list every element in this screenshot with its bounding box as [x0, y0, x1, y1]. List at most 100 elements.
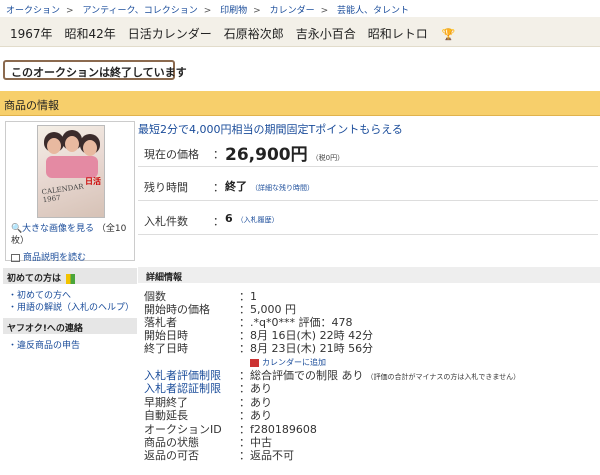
breadcrumb: オークション > アンティーク、コレクション > 印刷物 > カレンダー > 芸能人、タ… — [0, 0, 600, 16]
detail-value: あり — [250, 409, 272, 422]
detail-value: あり — [250, 396, 272, 409]
sidebar-item-glossary[interactable]: ・用語の解説（入札のヘルプ） — [8, 300, 134, 313]
colon: ： — [239, 409, 250, 422]
current-price-row: 現在の価格 ： 26,900円 （税0円） — [138, 135, 598, 167]
detail-label: 開始時の価格 — [144, 303, 210, 316]
detail-row-auction-id: オークションID ： f280189608 — [144, 423, 600, 436]
sidebar-item-report-violation[interactable]: ・違反商品の申告 — [8, 338, 80, 351]
description-link-block: 商品説明を読む — [11, 250, 86, 263]
zoom-link-block: 🔍大きな画像を見る （全10枚） — [11, 223, 131, 247]
detail-label: 商品の状態 — [144, 436, 199, 449]
breadcrumb-separator: > — [253, 6, 261, 16]
thumbnail-figure — [65, 136, 79, 152]
thumbnail-figure — [83, 140, 97, 156]
detail-label: 開始日時 — [144, 329, 188, 342]
image-panel: 日活 CALENDAR 1967 🔍大きな画像を見る （全10枚） 商品説明を読… — [5, 121, 135, 263]
detail-label: 早期終了 — [144, 396, 188, 409]
detail-value: .*q*0*** 評価：478 — [250, 316, 353, 329]
current-price-value: 26,900円 （税0円） — [225, 140, 344, 165]
thumbnail-calendar-text: CALENDAR 1967 — [41, 182, 85, 205]
detail-value: 1 — [250, 290, 257, 303]
bid-count-row: 入札件数 ： 6 （入札履歴） — [138, 202, 598, 235]
detail-value: 返品不可 — [250, 449, 294, 462]
current-price-amount: 26,900円 — [225, 145, 308, 165]
detail-row-early-end: 早期終了 ：あり — [144, 396, 600, 409]
colon: ： — [239, 423, 250, 436]
detail-value: 中古 — [250, 436, 272, 449]
detail-row-quantity: 個数 ： 1 — [144, 290, 600, 303]
thumbnail-figure — [47, 138, 61, 154]
detail-row-bidder-auth-limit: 入札者認証制限 ：あり — [144, 382, 600, 395]
colon: ： — [239, 396, 250, 409]
colon: ： — [239, 369, 250, 382]
detail-value: あり — [250, 382, 272, 395]
detail-value: 5,000 円 — [250, 303, 296, 316]
colon: ： — [213, 181, 224, 194]
breadcrumb-separator: > — [66, 6, 74, 16]
beginner-section-header: 初めての方は — [3, 268, 137, 284]
colon: ： — [239, 449, 250, 462]
remaining-time-label: 残り時間 — [144, 181, 188, 194]
colon: ： — [239, 329, 250, 342]
sidebar-item-label: 用語の解説（入札のヘルプ） — [17, 303, 135, 313]
beginner-mark-icon — [66, 273, 76, 284]
breadcrumb-item[interactable]: オークション — [6, 6, 60, 16]
detail-value: 8月 16日(木) 22時 42分 — [250, 329, 374, 342]
detail-value-text: 総合評価での制限 あり — [250, 369, 364, 382]
item-thumbnail[interactable]: 日活 CALENDAR 1967 — [37, 125, 105, 218]
tax-note: （税0円） — [311, 154, 345, 162]
detail-row-bidder-rating-limit: 入札者評価制限 ：総合評価での制限 あり （評価の合計がマイナスの方は入札できません… — [144, 369, 600, 382]
breadcrumb-item[interactable]: アンティーク、コレクション — [82, 6, 197, 16]
detail-row-winner: 落札者 ： .*q*0*** 評価：478 — [144, 316, 600, 329]
page-title: 1967年 昭和42年 日活カレンダー 石原裕次郎 吉永小百合 昭和レトロ — [10, 27, 428, 41]
section-header: 商品の情報 — [0, 91, 600, 116]
colon: ： — [239, 303, 250, 316]
remaining-time-detail-link[interactable]: （詳細な残り時間） — [251, 184, 314, 192]
detail-row-start-time: 開始日時 ： 8月 16日(木) 22時 42分 — [144, 329, 600, 342]
detail-label: オークションID — [144, 423, 222, 436]
remaining-time-value: 終了 （詳細な残り時間） — [225, 178, 314, 194]
bid-count-value: 6 （入札履歴） — [225, 212, 279, 225]
colon: ： — [213, 148, 224, 161]
zoom-image-link[interactable]: 大きな画像を見る — [22, 224, 94, 234]
breadcrumb-item[interactable]: カレンダー — [270, 6, 315, 16]
add-to-calendar-label: カレンダーに追加 — [262, 358, 326, 367]
details-header: 詳細情報 — [138, 267, 600, 283]
page-title-bar: 1967年 昭和42年 日活カレンダー 石原裕次郎 吉永小百合 昭和レトロ 🏆 — [0, 17, 600, 47]
trophy-icon[interactable]: 🏆 — [442, 28, 456, 41]
bidder-rating-limit-link[interactable]: 入札者評価制限 — [144, 369, 221, 382]
detail-value: f280189608 — [250, 423, 317, 436]
detail-label: 終了日時 — [144, 342, 188, 355]
breadcrumb-item[interactable]: 芸能人、タレント — [337, 6, 409, 16]
calendar-icon — [250, 358, 259, 367]
breadcrumb-item[interactable]: 印刷物 — [220, 6, 247, 16]
detail-label: 落札者 — [144, 316, 177, 329]
colon: ： — [239, 436, 250, 449]
colon: ： — [239, 382, 250, 395]
colon: ： — [239, 316, 250, 329]
document-icon — [11, 253, 20, 262]
breadcrumb-separator: > — [203, 6, 212, 16]
add-to-calendar-link[interactable]: カレンダーに追加 — [250, 357, 326, 368]
detail-value: 8月 23日(木) 21時 56分 — [250, 342, 374, 355]
price-summary: 現在の価格 ： 26,900円 （税0円） 残り時間 ： 終了 （詳細な残り時間） … — [138, 135, 598, 235]
auction-ended-notice: このオークションは終了しています — [3, 60, 187, 80]
read-description-link[interactable]: 商品説明を読む — [23, 253, 86, 263]
bidder-auth-limit-link[interactable]: 入札者認証制限 — [144, 382, 221, 395]
detail-label: 個数 — [144, 290, 166, 303]
detail-row-end-time: 終了日時 ： 8月 23日(木) 21時 56分 — [144, 342, 600, 355]
magnifier-icon: 🔍 — [11, 224, 23, 234]
detail-row-start-price: 開始時の価格 ： 5,000 円 — [144, 303, 600, 316]
current-price-label: 現在の価格 — [144, 148, 199, 161]
remaining-time-text: 終了 — [225, 180, 247, 193]
detail-note: （評価の合計がマイナスの方は入札できません） — [366, 373, 521, 381]
bid-history-link[interactable]: （入札履歴） — [237, 216, 279, 224]
bid-count-text: 6 — [225, 212, 233, 225]
contact-section-header: ヤフオク!への連絡 — [3, 318, 137, 334]
detail-row-condition: 商品の状態 ：中古 — [144, 436, 600, 449]
detail-row-returns: 返品の可否 ：返品不可 — [144, 449, 600, 462]
detail-label: 返品の可否 — [144, 449, 199, 462]
thumbnail-dress — [46, 156, 98, 178]
detail-row-auto-extend: 自動延長 ：あり — [144, 409, 600, 422]
remaining-time-row: 残り時間 ： 終了 （詳細な残り時間） — [138, 168, 598, 201]
